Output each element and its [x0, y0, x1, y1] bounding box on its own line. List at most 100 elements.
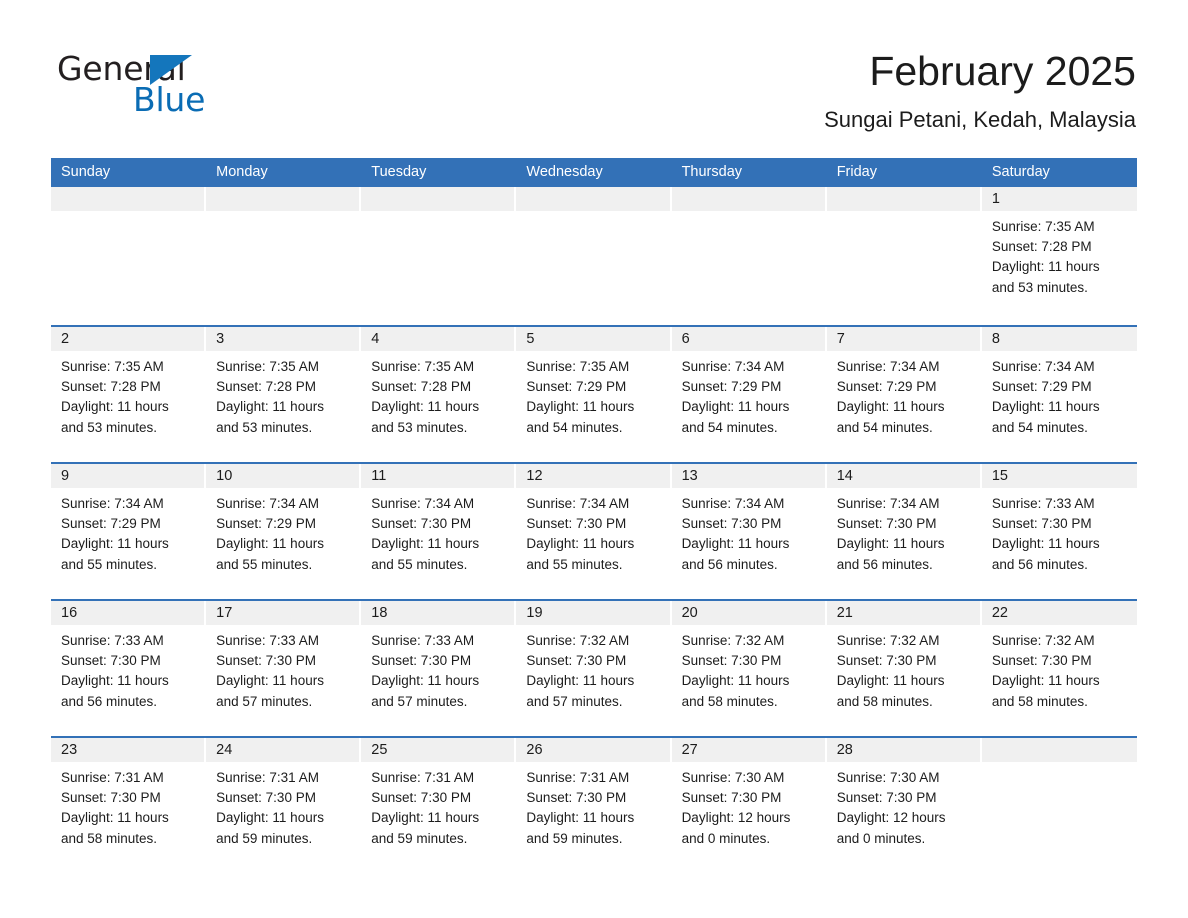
day-details: Sunrise: 7:35 AM Sunset: 7:28 PM Daylight:… — [206, 351, 361, 438]
sunrise-text: Sunrise: 7:34 AM — [836, 496, 940, 511]
day-number: 10 — [206, 464, 360, 488]
day-cell[interactable]: 20 Sunrise: 7:32 AM Sunset: 7:30 PM Dayligh… — [671, 601, 827, 736]
day-details: Sunrise: 7:33 AM Sunset: 7:30 PM Daylight:… — [51, 625, 206, 712]
sunrise-text: Sunrise: 7:30 AM — [836, 770, 940, 785]
day-details: Sunrise: 7:35 AM Sunset: 7:28 PM Daylight:… — [982, 211, 1137, 298]
day-cell-empty — [826, 187, 982, 325]
week-row: 23 Sunrise: 7:31 AM Sunset: 7:30 PM Dayligh… — [51, 736, 1137, 858]
day-cell[interactable]: 11 Sunrise: 7:34 AM Sunset: 7:30 PM Dayligh… — [361, 464, 517, 599]
day-details: Sunrise: 7:34 AM Sunset: 7:30 PM Daylight:… — [827, 488, 982, 575]
day-cell[interactable]: 24 Sunrise: 7:31 AM Sunset: 7:30 PM Dayligh… — [206, 738, 362, 858]
day-cell[interactable]: 26 Sunrise: 7:31 AM Sunset: 7:30 PM Dayligh… — [516, 738, 672, 858]
sunrise-text: Sunrise: 7:34 AM — [991, 359, 1095, 374]
day-details: Sunrise: 7:31 AM Sunset: 7:30 PM Daylight:… — [51, 762, 206, 849]
daylight-text-line1: Daylight: 11 hours — [526, 399, 635, 415]
sunrise-text: Sunrise: 7:35 AM — [61, 359, 164, 374]
day-number: 16 — [51, 601, 205, 625]
day-cell[interactable]: 15 Sunrise: 7:33 AM Sunset: 7:30 PM Dayligh… — [981, 464, 1137, 599]
sunrise-text: Sunrise: 7:31 AM — [61, 770, 164, 785]
day-cell-empty — [671, 187, 827, 325]
day-cell[interactable]: 23 Sunrise: 7:31 AM Sunset: 7:30 PM Dayligh… — [51, 738, 207, 858]
weekday-header-thursday: Thursday — [681, 164, 743, 180]
day-cell[interactable]: 8 Sunrise: 7:34 AM Sunset: 7:29 PM Daylight… — [981, 327, 1137, 462]
daylight-text-line2: and 54 minutes. — [681, 419, 778, 435]
day-cell-empty — [981, 738, 1137, 858]
daylight-text-line1: Daylight: 11 hours — [836, 673, 945, 689]
day-cell[interactable]: 17 Sunrise: 7:33 AM Sunset: 7:30 PM Dayligh… — [206, 601, 362, 736]
day-number — [826, 187, 980, 211]
day-cell[interactable]: 1 Sunrise: 7:35 AM Sunset: 7:28 PM Daylight… — [981, 187, 1137, 325]
day-details: Sunrise: 7:34 AM Sunset: 7:30 PM Daylight:… — [516, 488, 671, 575]
day-cell[interactable]: 2 Sunrise: 7:35 AM Sunset: 7:28 PM Daylight… — [51, 327, 207, 462]
day-details: Sunrise: 7:31 AM Sunset: 7:30 PM Daylight:… — [206, 762, 361, 849]
daylight-text-line2: and 0 minutes. — [836, 830, 926, 846]
day-cell[interactable]: 7 Sunrise: 7:34 AM Sunset: 7:29 PM Daylight… — [826, 327, 982, 462]
sunset-text: Sunset: 7:29 PM — [991, 379, 1092, 395]
daylight-text-line1: Daylight: 11 hours — [526, 673, 635, 689]
sunset-text: Sunset: 7:29 PM — [526, 379, 627, 395]
day-number: 9 — [51, 464, 205, 488]
daylight-text-line2: and 57 minutes. — [526, 693, 623, 709]
generalblue-logo[interactable]: General Blue — [57, 52, 257, 122]
sunrise-text: Sunrise: 7:34 AM — [681, 496, 785, 511]
day-cell[interactable]: 5 Sunrise: 7:35 AM Sunset: 7:29 PM Daylight… — [516, 327, 672, 462]
day-cell[interactable]: 16 Sunrise: 7:33 AM Sunset: 7:30 PM Dayligh… — [51, 601, 207, 736]
calendar-grid: Sunday Monday Tuesday Wednesday Thursday… — [51, 158, 1137, 858]
page-header: General Blue February 2025 Sungai Petani… — [0, 0, 1188, 158]
daylight-text-line1: Daylight: 11 hours — [991, 673, 1100, 689]
sunrise-text: Sunrise: 7:35 AM — [216, 359, 319, 374]
day-cell[interactable]: 22 Sunrise: 7:32 AM Sunset: 7:30 PM Dayligh… — [981, 601, 1137, 736]
day-details: Sunrise: 7:33 AM Sunset: 7:30 PM Daylight:… — [982, 488, 1137, 575]
week-row: 1 Sunrise: 7:35 AM Sunset: 7:28 PM Daylight… — [51, 187, 1137, 325]
day-cell[interactable]: 18 Sunrise: 7:33 AM Sunset: 7:30 PM Dayligh… — [361, 601, 517, 736]
daylight-text-line2: and 56 minutes. — [681, 556, 778, 572]
sunset-text: Sunset: 7:30 PM — [836, 790, 937, 806]
day-cell[interactable]: 14 Sunrise: 7:34 AM Sunset: 7:30 PM Dayligh… — [826, 464, 982, 599]
week-row: 16 Sunrise: 7:33 AM Sunset: 7:30 PM Dayligh… — [51, 599, 1137, 736]
weekday-header-row: Sunday Monday Tuesday Wednesday Thursday… — [51, 158, 1137, 187]
day-details: Sunrise: 7:31 AM Sunset: 7:30 PM Daylight:… — [516, 762, 671, 849]
daylight-text-line2: and 55 minutes. — [216, 556, 313, 572]
daylight-text-line1: Daylight: 11 hours — [526, 810, 635, 826]
sunrise-text: Sunrise: 7:32 AM — [991, 633, 1095, 648]
daylight-text-line1: Daylight: 11 hours — [216, 399, 324, 415]
daylight-text-line1: Daylight: 12 hours — [836, 810, 946, 826]
sunset-text: Sunset: 7:30 PM — [526, 516, 627, 532]
daylight-text-line1: Daylight: 11 hours — [371, 399, 480, 415]
daylight-text-line2: and 58 minutes. — [991, 693, 1088, 709]
day-number: 24 — [206, 738, 360, 762]
sunset-text: Sunset: 7:28 PM — [61, 379, 161, 395]
calendar-page: General Blue February 2025 Sungai Petani… — [0, 0, 1188, 918]
day-cell[interactable]: 3 Sunrise: 7:35 AM Sunset: 7:28 PM Daylight… — [206, 327, 362, 462]
day-cell[interactable]: 10 Sunrise: 7:34 AM Sunset: 7:29 PM Dayligh… — [206, 464, 362, 599]
daylight-text-line1: Daylight: 11 hours — [836, 536, 945, 552]
title-block: February 2025 Sungai Petani, Kedah, Mala… — [824, 48, 1136, 134]
day-cell[interactable]: 9 Sunrise: 7:34 AM Sunset: 7:29 PM Daylight… — [51, 464, 207, 599]
day-cell[interactable]: 6 Sunrise: 7:34 AM Sunset: 7:29 PM Daylight… — [671, 327, 827, 462]
daylight-text-line2: and 54 minutes. — [526, 419, 623, 435]
daylight-text-line1: Daylight: 11 hours — [681, 399, 790, 415]
day-details: Sunrise: 7:35 AM Sunset: 7:29 PM Daylight:… — [516, 351, 671, 438]
day-number: 28 — [826, 738, 980, 762]
day-cell[interactable]: 25 Sunrise: 7:31 AM Sunset: 7:30 PM Dayligh… — [361, 738, 517, 858]
daylight-text-line2: and 56 minutes. — [836, 556, 933, 572]
day-cell[interactable]: 19 Sunrise: 7:32 AM Sunset: 7:30 PM Dayligh… — [516, 601, 672, 736]
day-cell[interactable]: 27 Sunrise: 7:30 AM Sunset: 7:30 PM Dayligh… — [671, 738, 827, 858]
daylight-text-line2: and 58 minutes. — [681, 693, 778, 709]
calendar-weeks: 1 Sunrise: 7:35 AM Sunset: 7:28 PM Daylight… — [51, 187, 1137, 858]
day-details: Sunrise: 7:34 AM Sunset: 7:29 PM Daylight:… — [827, 351, 982, 438]
sunset-text: Sunset: 7:30 PM — [526, 653, 627, 669]
day-cell[interactable]: 13 Sunrise: 7:34 AM Sunset: 7:30 PM Dayligh… — [671, 464, 827, 599]
day-cell[interactable]: 21 Sunrise: 7:32 AM Sunset: 7:30 PM Dayligh… — [826, 601, 982, 736]
sunset-text: Sunset: 7:28 PM — [991, 239, 1092, 255]
day-details: Sunrise: 7:31 AM Sunset: 7:30 PM Daylight:… — [361, 762, 516, 849]
day-number: 22 — [981, 601, 1137, 625]
day-details: Sunrise: 7:35 AM Sunset: 7:28 PM Daylight:… — [361, 351, 516, 438]
day-details: Sunrise: 7:34 AM Sunset: 7:29 PM Daylight:… — [982, 351, 1137, 438]
day-cell[interactable]: 4 Sunrise: 7:35 AM Sunset: 7:28 PM Daylight… — [361, 327, 517, 462]
daylight-text-line2: and 59 minutes. — [371, 830, 468, 846]
day-cell[interactable]: 28 Sunrise: 7:30 AM Sunset: 7:30 PM Dayligh… — [826, 738, 982, 858]
sunrise-text: Sunrise: 7:32 AM — [836, 633, 940, 648]
sunset-text: Sunset: 7:30 PM — [681, 516, 782, 532]
day-cell[interactable]: 12 Sunrise: 7:34 AM Sunset: 7:30 PM Dayligh… — [516, 464, 672, 599]
